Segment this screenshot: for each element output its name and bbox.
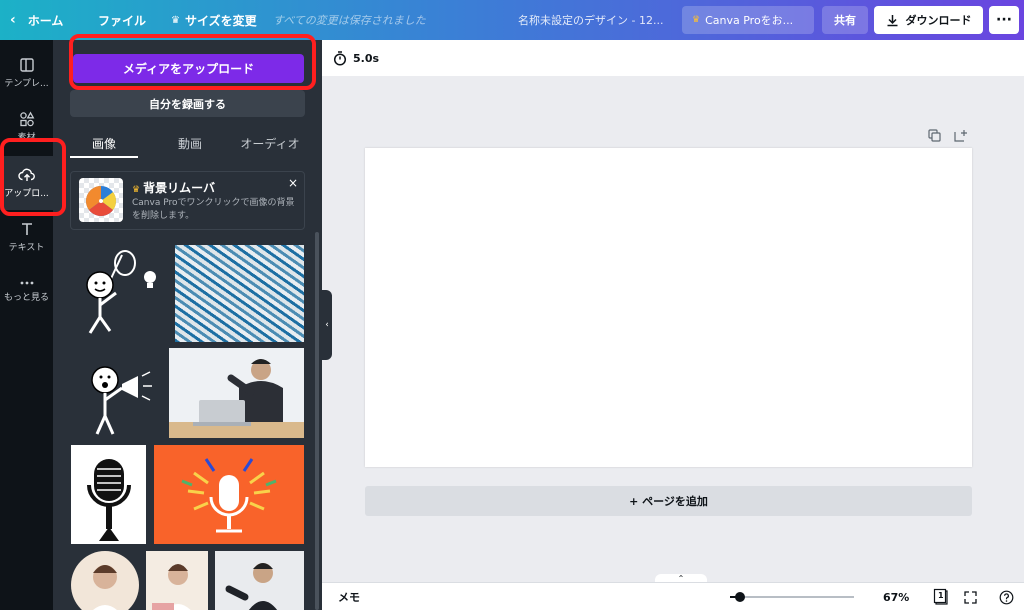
- microphone-illustration: [87, 459, 131, 541]
- zoom-level[interactable]: 67%: [883, 583, 909, 610]
- add-page-button[interactable]: + ページを追加: [365, 486, 972, 516]
- top-bar: ‹ ホーム ファイル ♛ サイズを変更 すべての変更は保存されました 名称未設定…: [0, 0, 1024, 40]
- download-icon: [887, 14, 897, 26]
- stickman-net-illustration: [86, 250, 156, 334]
- uploaded-image-pattern[interactable]: [175, 245, 304, 342]
- uploaded-image-podcast[interactable]: [154, 445, 304, 544]
- uploaded-image-woman-circle[interactable]: [71, 551, 139, 610]
- left-rail: テンプレ... 素材 アップロ... テキスト もっと見る: [0, 40, 53, 610]
- resize-button[interactable]: ♛ サイズを変更: [171, 0, 257, 40]
- background-remover-promo[interactable]: ♛ 背景リムーバ Canva Proでワンクリックで画像の背景を削除します。 ×: [70, 171, 305, 230]
- page-count-button[interactable]: 1: [933, 583, 949, 610]
- uploaded-image-stickman-megaphone[interactable]: [70, 348, 162, 438]
- stickman-megaphone-illustration: [91, 366, 152, 435]
- close-icon[interactable]: ×: [288, 176, 298, 190]
- chevron-left-icon: ‹: [325, 320, 329, 330]
- tab-images[interactable]: 画像: [70, 128, 138, 158]
- woman-photo: [93, 565, 117, 610]
- share-button[interactable]: 共有: [822, 6, 868, 34]
- add-page-icon[interactable]: [954, 127, 968, 143]
- promo-description: Canva Proでワンクリックで画像の背景を削除します。: [132, 198, 295, 221]
- podcast-microphone-illustration: [181, 458, 277, 533]
- home-button[interactable]: ‹ ホーム: [10, 0, 63, 40]
- uploaded-image-woman[interactable]: [146, 551, 208, 610]
- record-yourself-button[interactable]: 自分を録画する: [70, 90, 305, 117]
- upload-media-button[interactable]: メディアをアップロード: [73, 54, 304, 83]
- more-icon: [20, 281, 33, 285]
- text-icon: [21, 223, 32, 235]
- bottom-bar: メモ 67% 1: [322, 582, 1024, 610]
- design-title[interactable]: 名称未設定のデザイン - 12...: [518, 0, 663, 40]
- stopwatch-icon: [333, 50, 347, 66]
- rail-item-elements[interactable]: 素材: [0, 100, 53, 154]
- uploaded-image-businessman[interactable]: [169, 348, 304, 438]
- crown-icon: ♛: [132, 185, 141, 195]
- zoom-slider-track[interactable]: [730, 596, 854, 598]
- uploads-panel: メディアをアップロード 自分を録画する 画像 動画 オーディオ ♛ 背景リムーバ …: [53, 40, 322, 610]
- uploaded-image-stickman-net[interactable]: [70, 245, 170, 342]
- media-tabs: 画像 動画 オーディオ: [70, 128, 305, 158]
- file-menu[interactable]: ファイル: [98, 0, 146, 40]
- rail-item-more[interactable]: もっと見る: [0, 264, 53, 318]
- uploaded-image-man-pointing[interactable]: [215, 551, 304, 610]
- beach-ball-icon: [86, 186, 116, 216]
- canva-pro-button[interactable]: ♛ Canva Proをお...: [682, 6, 814, 34]
- download-button[interactable]: ダウンロード: [874, 6, 983, 34]
- design-page[interactable]: [365, 148, 972, 467]
- man-pointing-photo: [225, 563, 277, 610]
- notes-button[interactable]: メモ: [338, 583, 360, 610]
- timer-strip: [322, 40, 1024, 76]
- elements-icon: [19, 111, 34, 127]
- businessman-photo: [169, 348, 304, 438]
- woman-photo-2: [152, 564, 191, 610]
- collapse-panel-handle[interactable]: ‹: [322, 290, 332, 360]
- beach-ball-thumbnail: [79, 178, 123, 222]
- template-icon: [19, 58, 34, 72]
- chevron-left-icon: ‹: [10, 12, 16, 28]
- crown-icon: ♛: [171, 14, 180, 26]
- tab-videos[interactable]: 動画: [156, 128, 224, 158]
- zoom-slider-thumb[interactable]: [735, 592, 745, 602]
- rail-item-templates[interactable]: テンプレ...: [0, 46, 53, 100]
- help-icon[interactable]: [999, 583, 1014, 610]
- page-count: 1: [938, 591, 944, 600]
- upload-cloud-icon: [17, 168, 35, 181]
- crown-icon: ♛: [692, 15, 701, 25]
- tab-audio[interactable]: オーディオ: [230, 128, 310, 158]
- duplicate-page-icon[interactable]: [928, 127, 941, 143]
- fullscreen-icon[interactable]: [964, 583, 977, 610]
- more-options-button[interactable]: ···: [989, 6, 1019, 34]
- uploaded-image-microphone[interactable]: [71, 445, 146, 544]
- rail-item-text[interactable]: テキスト: [0, 210, 53, 264]
- rail-item-uploads[interactable]: アップロ...: [0, 156, 53, 210]
- panel-scrollbar[interactable]: [315, 232, 319, 610]
- save-status: すべての変更は保存されました: [273, 14, 426, 27]
- page-duration[interactable]: 5.0s: [333, 49, 379, 67]
- promo-title: 背景リムーバ: [143, 181, 215, 195]
